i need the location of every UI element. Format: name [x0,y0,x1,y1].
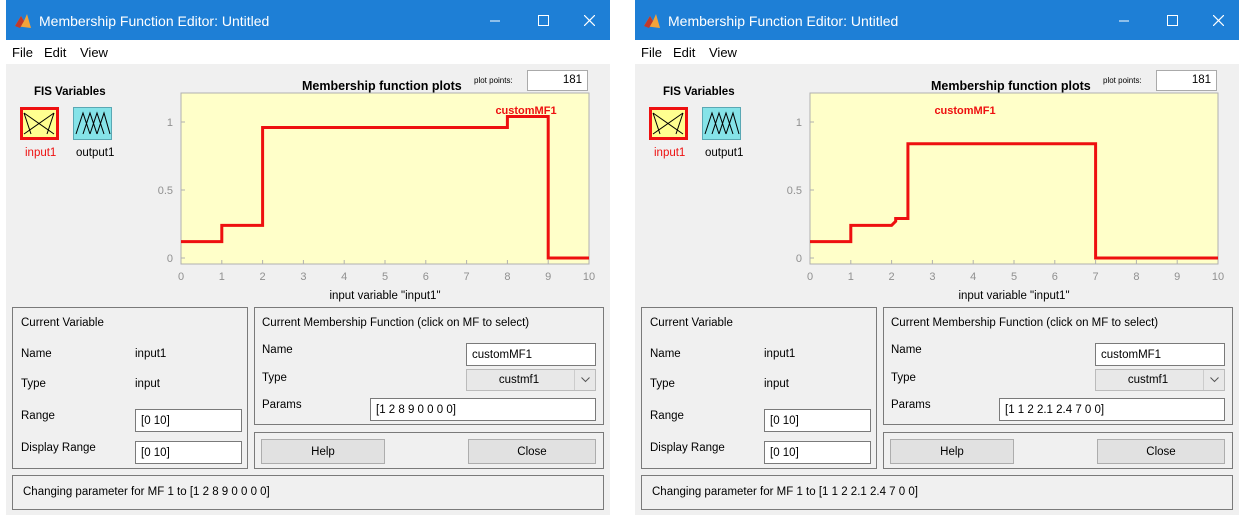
status-panel: Changing parameter for MF 1 to [1 1 2 2.… [641,475,1233,510]
mf-name-input[interactable]: customMF1 [466,343,596,366]
current-mf-header: Current Membership Function (click on MF… [891,317,1159,329]
mf-params-input[interactable]: [1 1 2 2.1 2.4 7 0 0] [999,398,1225,421]
membership-function-plot[interactable]: 0 1 2 3 4 5 6 7 8 9 10 0 0.5 1 input variable "input1"… [635,0,1239,310]
mf-name-label: Name [262,344,293,356]
range-label: Range [650,410,684,422]
current-mf-panel: Current Membership Function (click on MF… [254,307,604,425]
help-button[interactable]: Help [261,439,385,464]
variable-name-value: input1 [764,348,796,360]
close-button[interactable]: Close [1097,439,1225,464]
current-variable-panel: Current Variable Name input1 Type input … [641,307,877,469]
x-axis-label: input variable "input1" [329,290,440,302]
x-tick-label: 7 [464,271,470,283]
current-mf-panel: Current Membership Function (click on MF… [883,307,1233,425]
mf-label: customMF1 [495,105,556,117]
chevron-down-icon [574,370,595,390]
display-range-input[interactable]: [0 10] [764,441,871,464]
x-tick-label: 8 [504,271,510,283]
x-tick-label: 0 [807,271,813,283]
x-tick-label: 4 [341,271,347,283]
x-tick-label: 2 [889,271,895,283]
variable-name-label: Name [650,348,681,360]
mf-type-value: custmf1 [1127,374,1169,386]
range-label: Range [21,410,55,422]
mf-type-value: custmf1 [498,374,540,386]
mf-type-dropdown[interactable]: custmf1 [1095,369,1225,391]
variable-name-value: input1 [135,348,167,360]
display-range-input[interactable]: [0 10] [135,441,242,464]
x-tick-label: 1 [848,271,854,283]
range-input[interactable]: [0 10] [764,409,871,432]
x-tick-label: 1 [219,271,225,283]
membership-function-editor-window: Membership Function Editor: Untitled Fil… [635,0,1239,515]
current-variable-header: Current Variable [650,317,733,329]
x-tick-label: 8 [1133,271,1139,283]
mf-label: customMF1 [934,105,995,117]
current-mf-header: Current Membership Function (click on MF… [262,317,530,329]
x-tick-label: 3 [929,271,935,283]
mf-type-dropdown[interactable]: custmf1 [466,369,596,391]
y-tick-label: 1 [796,117,802,129]
variable-type-value: input [135,378,160,390]
y-tick-label: 0.5 [787,185,802,197]
variable-type-label: Type [650,378,675,390]
button-panel: Help Close [883,432,1233,469]
mf-params-label: Params [262,399,302,411]
mf-type-label: Type [262,372,287,384]
x-tick-label: 5 [1011,271,1017,283]
y-tick-label: 0 [796,253,802,265]
plot-area [809,92,1219,265]
mf-type-label: Type [891,372,916,384]
button-panel: Help Close [254,432,604,469]
x-tick-label: 0 [178,271,184,283]
y-tick-label: 1 [167,117,173,129]
x-tick-label: 4 [970,271,976,283]
x-tick-label: 10 [1212,271,1224,283]
variable-type-value: input [764,378,789,390]
y-tick-label: 0 [167,253,173,265]
membership-function-editor-window: Membership Function Editor: Untitled Fil… [6,0,610,515]
status-text: Changing parameter for MF 1 to [1 1 2 2.… [652,486,918,498]
x-tick-label: 2 [260,271,266,283]
variable-name-label: Name [21,348,52,360]
help-button[interactable]: Help [890,439,1014,464]
chevron-down-icon [1203,370,1224,390]
x-tick-label: 5 [382,271,388,283]
current-variable-header: Current Variable [21,317,104,329]
display-range-label: Display Range [21,442,96,454]
display-range-label: Display Range [650,442,725,454]
x-tick-label: 9 [1174,271,1180,283]
close-button[interactable]: Close [468,439,596,464]
x-tick-label: 7 [1093,271,1099,283]
mf-params-input[interactable]: [1 2 8 9 0 0 0 0] [370,398,596,421]
status-panel: Changing parameter for MF 1 to [1 2 8 9 … [12,475,604,510]
plot-area [180,92,590,265]
status-text: Changing parameter for MF 1 to [1 2 8 9 … [23,486,270,498]
y-tick-label: 0.5 [158,185,173,197]
mf-name-input[interactable]: customMF1 [1095,343,1225,366]
x-tick-label: 6 [423,271,429,283]
current-variable-panel: Current Variable Name input1 Type input … [12,307,248,469]
x-tick-label: 3 [300,271,306,283]
x-tick-label: 6 [1052,271,1058,283]
range-input[interactable]: [0 10] [135,409,242,432]
x-axis-label: input variable "input1" [958,290,1069,302]
mf-params-label: Params [891,399,931,411]
x-tick-label: 10 [583,271,595,283]
membership-function-plot[interactable]: 0 1 2 3 4 5 6 7 8 9 10 0 0.5 1 input variable "input1"… [6,0,610,310]
variable-type-label: Type [21,378,46,390]
x-tick-label: 9 [545,271,551,283]
mf-name-label: Name [891,344,922,356]
